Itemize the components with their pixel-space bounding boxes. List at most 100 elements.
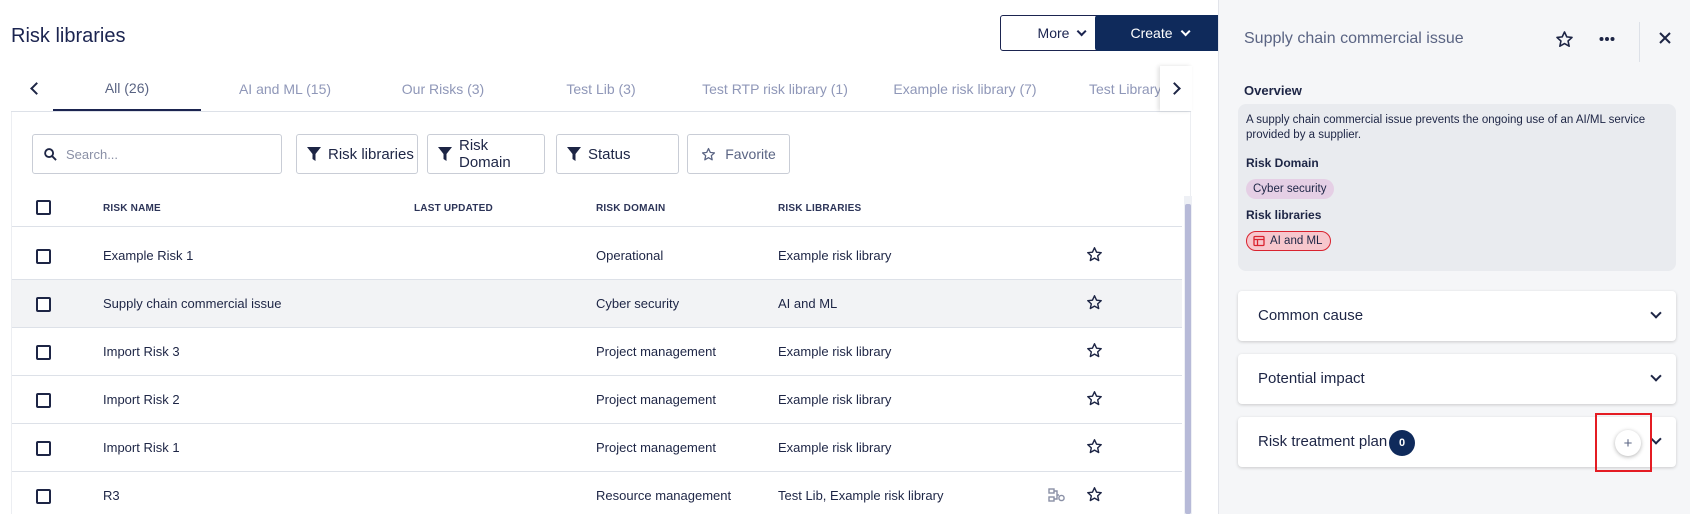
risk-libraries-label: Risk libraries xyxy=(1246,208,1322,222)
close-icon[interactable] xyxy=(1659,32,1671,44)
risk-libraries-cell: Example risk library xyxy=(778,440,892,455)
tab-test-library[interactable]: Test Library (1) xyxy=(1065,66,1161,111)
risk-domain-cell: Project management xyxy=(596,344,716,359)
risk-domain-chip: Cyber security xyxy=(1246,179,1334,199)
tabs-prev-button[interactable] xyxy=(25,78,45,98)
tabs-strip: All (26) AI and ML (15) Our Risks (3) Te… xyxy=(43,66,1161,112)
library-tabs: All (26) AI and ML (15) Our Risks (3) Te… xyxy=(11,66,1192,112)
status-filter[interactable]: Status xyxy=(556,134,679,174)
table-scrollbar[interactable] xyxy=(1184,196,1192,514)
favorite-star-icon[interactable] xyxy=(1086,342,1103,359)
risk-domain-cell: Cyber security xyxy=(596,296,680,311)
risk-name-cell[interactable]: Example Risk 1 xyxy=(103,248,193,263)
row-checkbox[interactable] xyxy=(36,441,51,456)
table-row[interactable]: Import Risk 2 Project management Example… xyxy=(12,376,1182,424)
table-row[interactable]: Supply chain commercial issue Cyber secu… xyxy=(12,280,1182,328)
search-box[interactable] xyxy=(32,134,282,174)
filter-icon xyxy=(438,146,452,161)
risk-domain-filter-label: Risk Domain xyxy=(459,137,511,171)
tab-all[interactable]: All (26) xyxy=(53,66,201,111)
favorite-star-icon[interactable] xyxy=(1086,486,1103,503)
main-area: Risk libraries More Create All (26) AI a… xyxy=(0,0,1222,514)
star-outline-icon xyxy=(702,147,716,160)
detail-title: Supply chain commercial issue xyxy=(1244,30,1464,47)
risk-name-cell[interactable]: Import Risk 1 xyxy=(103,440,180,455)
row-checkbox[interactable] xyxy=(36,489,51,504)
favorite-filter[interactable]: Favorite xyxy=(687,134,790,174)
risk-domain-label: Risk Domain xyxy=(1246,156,1319,170)
select-all-checkbox[interactable] xyxy=(36,200,51,215)
common-cause-section[interactable]: Common cause xyxy=(1238,291,1676,341)
favorite-star-icon[interactable] xyxy=(1086,246,1103,263)
risk-domain-cell: Resource management xyxy=(596,488,732,503)
more-options-icon[interactable] xyxy=(1599,36,1615,42)
risk-name-cell[interactable]: Supply chain commercial issue xyxy=(103,296,281,311)
row-checkbox[interactable] xyxy=(36,345,51,360)
table-row[interactable]: Example Risk 1 Operational Example risk … xyxy=(12,232,1182,280)
chevron-down-icon xyxy=(1650,433,1662,445)
risk-library-chip-label: AI and ML xyxy=(1270,235,1323,247)
favorite-star-icon[interactable] xyxy=(1086,390,1103,407)
header-risk-domain[interactable]: RISK DOMAIN xyxy=(596,203,665,214)
row-checkbox[interactable] xyxy=(36,297,51,312)
tab-our-risks[interactable]: Our Risks (3) xyxy=(369,66,517,111)
risk-domain-cell: Project management xyxy=(596,440,716,455)
chevron-down-icon xyxy=(1650,370,1662,382)
page-title: Risk libraries xyxy=(11,25,126,47)
risk-libraries-cell: Example risk library xyxy=(778,392,892,407)
table-row[interactable]: R3 Resource management Test Lib, Example… xyxy=(12,472,1182,514)
risk-name-cell[interactable]: Import Risk 3 xyxy=(103,344,180,359)
header-last-updated[interactable]: LAST UPDATED xyxy=(414,203,493,214)
status-filter-label: Status xyxy=(588,145,631,163)
risk-libraries-filter-label: Risk libraries xyxy=(328,145,414,163)
hierarchy-icon xyxy=(1048,488,1065,502)
app: Risk libraries More Create All (26) AI a… xyxy=(0,0,1690,514)
tab-test-lib[interactable]: Test Lib (3) xyxy=(527,66,675,111)
library-icon xyxy=(1253,235,1265,247)
favorite-star-icon[interactable] xyxy=(1555,30,1574,49)
tab-test-rtp-risk-library[interactable]: Test RTP risk library (1) xyxy=(685,66,865,111)
row-checkbox[interactable] xyxy=(36,393,51,408)
risk-domain-cell: Project management xyxy=(596,392,716,407)
add-treatment-plan-button[interactable]: + xyxy=(1615,430,1641,456)
tabs-next-button[interactable] xyxy=(1160,66,1192,111)
row-checkbox[interactable] xyxy=(36,249,51,264)
scrollbar-thumb[interactable] xyxy=(1185,204,1191,514)
risk-name-cell[interactable]: R3 xyxy=(103,488,120,503)
table-row[interactable]: Import Risk 1 Project management Example… xyxy=(12,424,1182,472)
create-button[interactable]: Create xyxy=(1095,15,1222,51)
risk-libraries-cell: Example risk library xyxy=(778,248,892,263)
risk-domain-cell: Operational xyxy=(596,248,664,263)
potential-impact-section[interactable]: Potential impact xyxy=(1238,354,1676,404)
search-input[interactable] xyxy=(66,146,256,162)
risk-description: A supply chain commercial issue prevents… xyxy=(1246,114,1646,141)
risk-libraries-filter[interactable]: Risk libraries xyxy=(296,134,418,174)
tab-ai-and-ml[interactable]: AI and ML (15) xyxy=(211,66,359,111)
table-row[interactable]: Import Risk 3 Project management Example… xyxy=(12,328,1182,376)
risk-libraries-cell: Example risk library xyxy=(778,344,892,359)
treatment-count-badge: 0 xyxy=(1389,430,1415,456)
risk-libraries-cell: Test Lib, Example risk library xyxy=(778,488,944,503)
risk-domain-filter[interactable]: Risk Domain xyxy=(427,134,545,174)
risk-name-cell[interactable]: Import Risk 2 xyxy=(103,392,180,407)
favorite-star-icon[interactable] xyxy=(1086,294,1103,311)
overview-box: A supply chain commercial issue prevents… xyxy=(1238,104,1676,271)
risk-treatment-plan-section[interactable]: Risk treatment plan 0 + xyxy=(1238,417,1676,467)
risk-treatment-plan-label: Risk treatment plan xyxy=(1258,433,1388,450)
chevron-left-icon xyxy=(30,82,43,95)
favorite-filter-label: Favorite xyxy=(725,146,776,162)
more-button-label: More xyxy=(1037,25,1070,41)
favorite-star-icon[interactable] xyxy=(1086,438,1103,455)
risk-table-panel: Risk libraries Risk Domain Status Favori… xyxy=(11,112,1192,514)
tab-example-risk-library[interactable]: Example risk library (7) xyxy=(875,66,1055,111)
chevron-right-icon xyxy=(1168,82,1181,95)
header-risk-libraries[interactable]: RISK LIBRARIES xyxy=(778,203,861,214)
chevron-down-icon xyxy=(1077,25,1088,36)
chevron-down-icon xyxy=(1180,25,1191,36)
header-risk-name[interactable]: RISK NAME xyxy=(103,203,161,214)
common-cause-label: Common cause xyxy=(1258,307,1364,324)
chevron-down-icon xyxy=(1650,307,1662,319)
filter-icon xyxy=(567,146,581,161)
filter-icon xyxy=(307,146,321,161)
risk-library-chip[interactable]: AI and ML xyxy=(1246,231,1332,251)
